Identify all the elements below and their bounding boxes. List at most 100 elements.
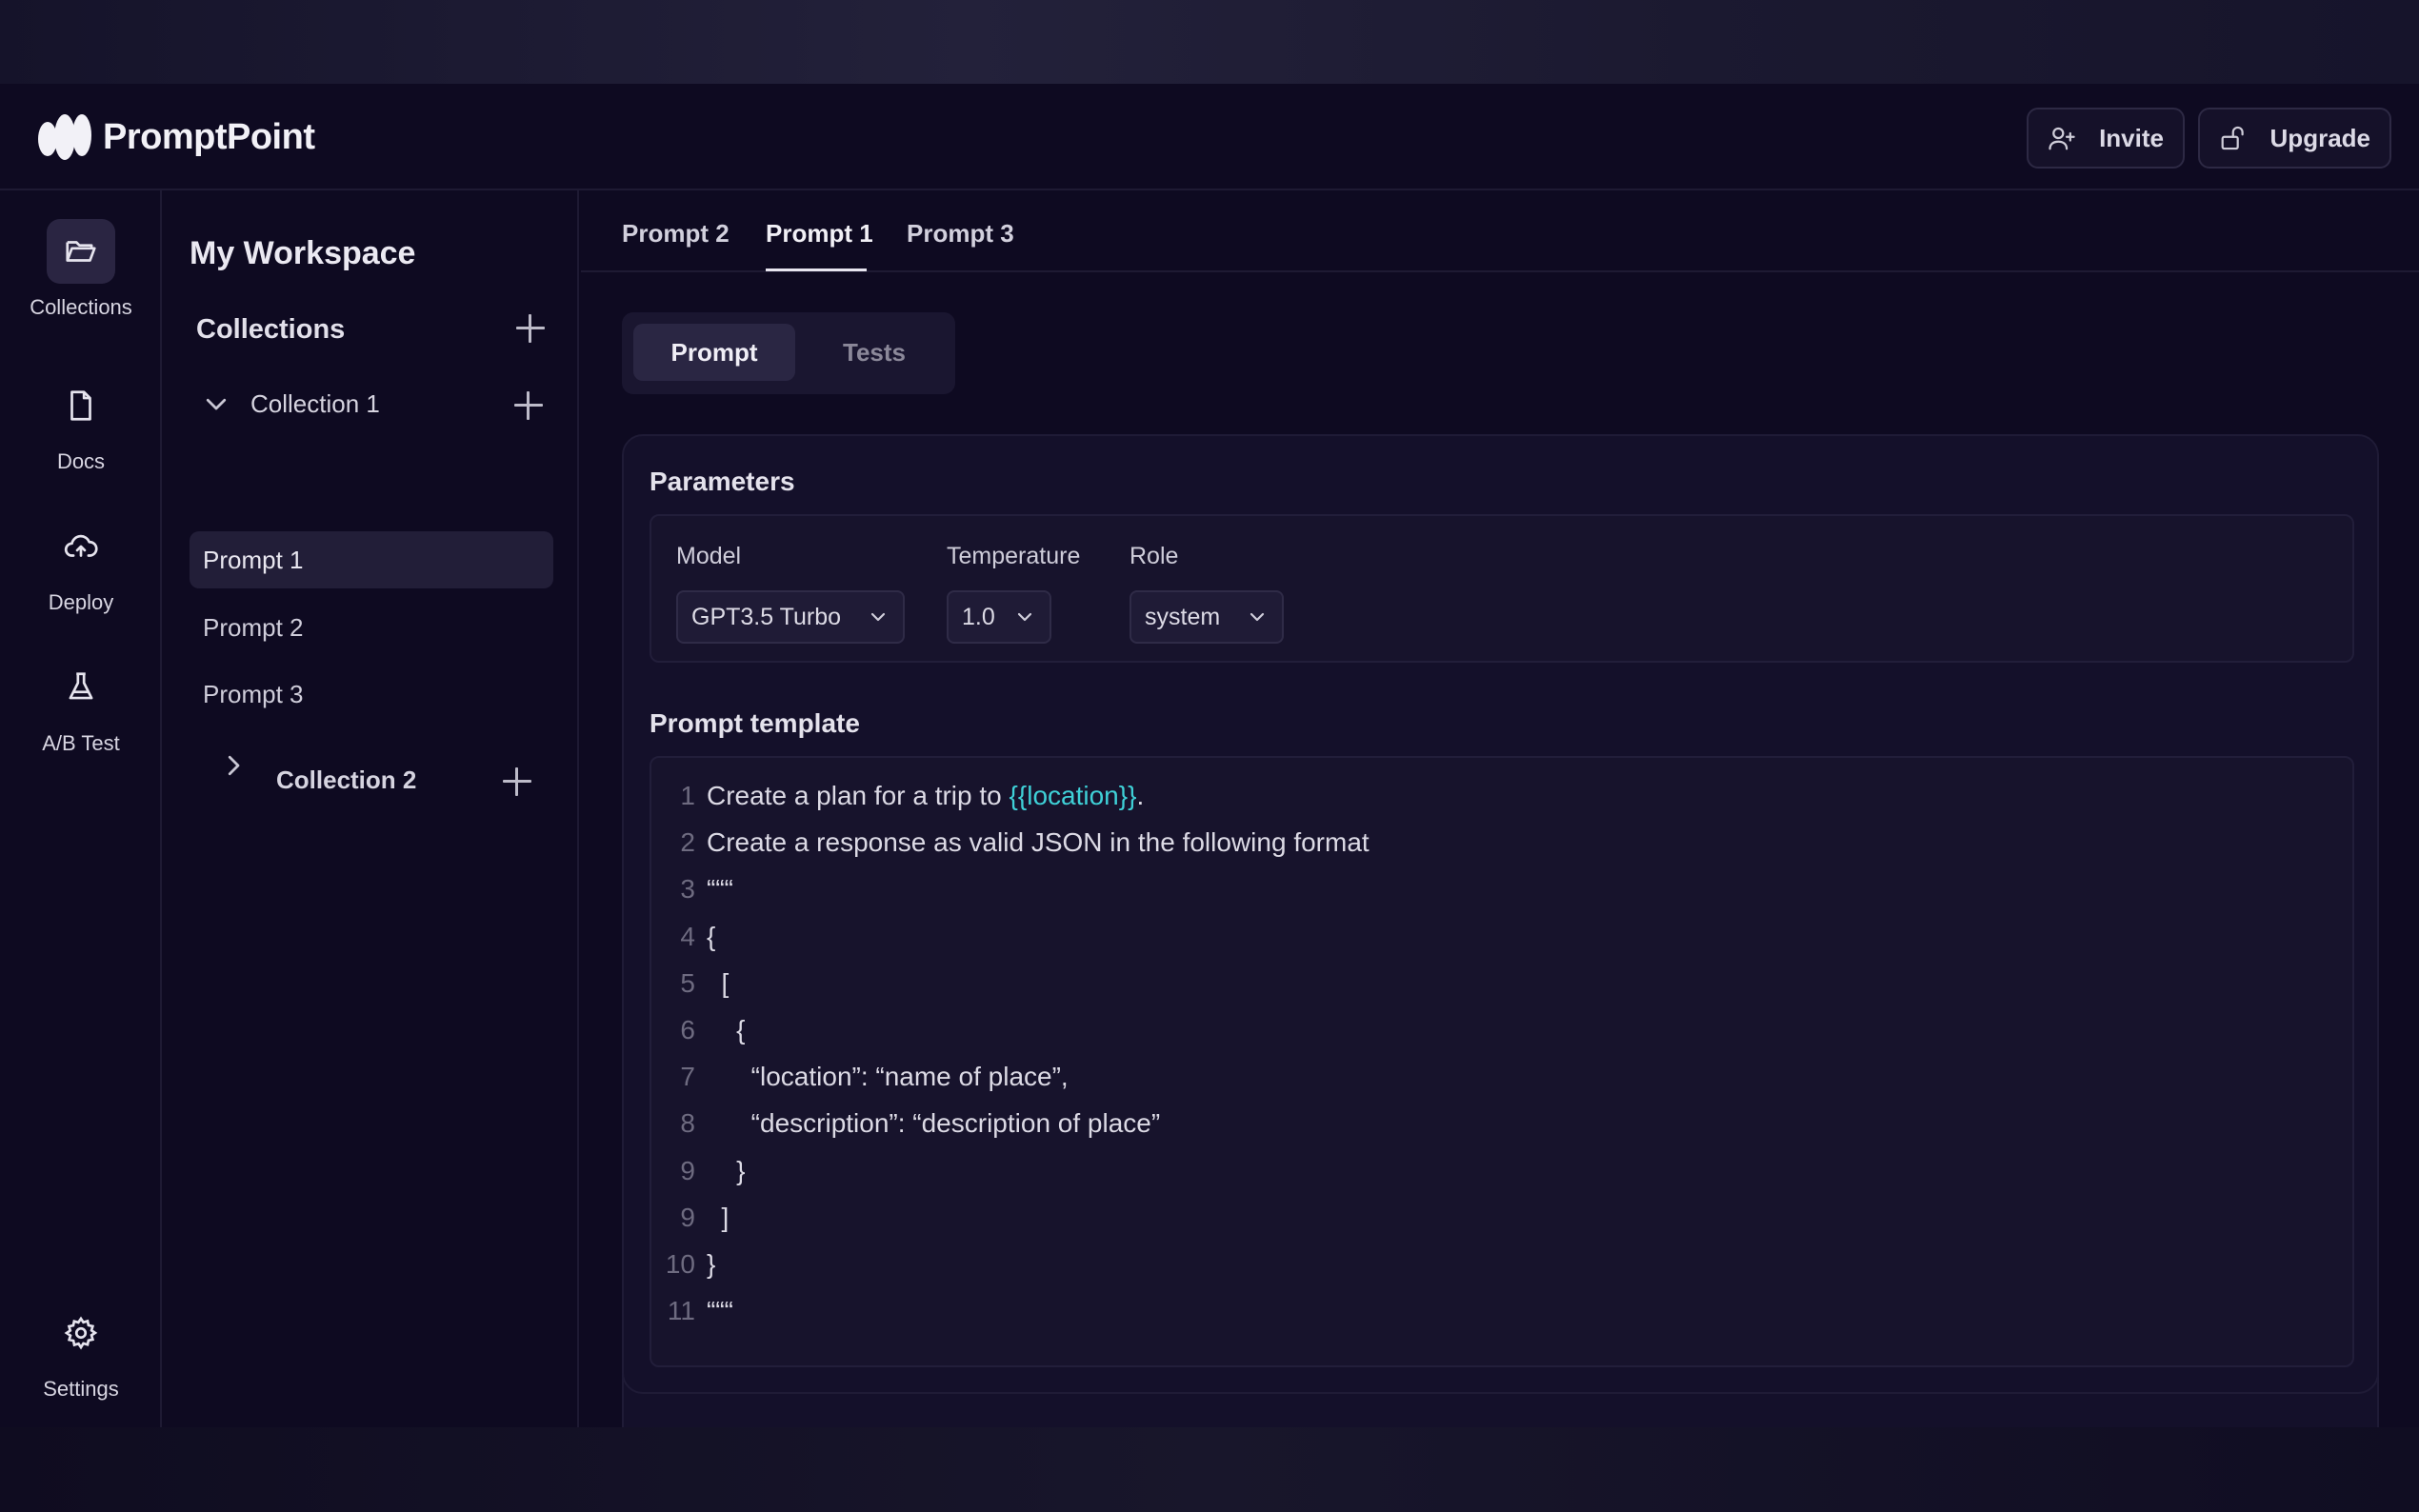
unlock-icon — [2221, 126, 2244, 150]
expand-collection-2-button[interactable] — [219, 675, 248, 776]
code-line: 5 [ — [651, 968, 2347, 1015]
role-value: system — [1145, 603, 1221, 630]
parameters-box: Model GPT3.5 Turbo Temperature 1.0 Role … — [650, 514, 2354, 663]
code-line: 7 “location”: “name of place”, — [651, 1062, 2347, 1108]
code-text: ] — [707, 1202, 730, 1232]
cloud-upload-icon — [64, 534, 98, 557]
line-number: 1 — [680, 781, 695, 810]
line-number: 7 — [680, 1062, 695, 1092]
line-number: 4 — [680, 921, 695, 951]
chevron-down-icon — [1249, 612, 1265, 622]
rail-label: Collections — [30, 295, 132, 319]
line-number: 10 — [665, 1249, 695, 1279]
code-text: “““ — [707, 874, 733, 905]
rail-label: A/B Test — [42, 731, 120, 755]
collections-heading: Collections — [196, 314, 346, 345]
chevron-down-icon — [1017, 612, 1032, 622]
code-line: 6 { — [651, 1015, 2347, 1062]
temperature-value: 1.0 — [962, 603, 995, 630]
tab-prompt-1[interactable]: Prompt 1 — [766, 219, 873, 249]
add-collection-button[interactable] — [516, 314, 545, 343]
code-text: } — [707, 1155, 746, 1185]
code-line: 8 “description”: “description of place” — [651, 1108, 2347, 1155]
code-text: } — [707, 1249, 716, 1279]
sidebar-item-prompt-1[interactable]: Prompt 1 — [190, 531, 553, 588]
rail-item-ab-test[interactable]: A/B Test — [0, 655, 162, 756]
role-select[interactable]: system — [1130, 590, 1284, 644]
app-header: PromptPoint Invite Upgrade — [0, 84, 2419, 190]
add-prompt-collection-2-button[interactable] — [503, 767, 531, 796]
code-text: Create a plan for a trip to {{location}}… — [707, 781, 1145, 810]
prompt-tabs: Prompt 2 Prompt 1 Prompt 3 — [581, 190, 2419, 272]
rail-item-settings[interactable]: Settings — [0, 1301, 162, 1402]
document-icon — [70, 390, 91, 421]
line-number: 9 — [680, 1155, 695, 1185]
tab-prompt-3[interactable]: Prompt 3 — [907, 219, 1014, 249]
upgrade-label: Upgrade — [2269, 123, 2370, 152]
model-label: Model — [676, 543, 742, 569]
editor-card: Parameters Model GPT3.5 Turbo Temperatur… — [622, 434, 2379, 1394]
code-text: { — [707, 921, 716, 951]
chevron-down-icon — [206, 398, 227, 410]
temperature-label: Temperature — [947, 543, 1081, 569]
line-number: 3 — [680, 874, 695, 905]
code-text: Create a response as valid JSON in the f… — [707, 827, 1369, 858]
code-text: “““ — [707, 1296, 733, 1326]
model-value: GPT3.5 Turbo — [691, 603, 842, 630]
prompt-tests-toggle: Prompt Tests — [622, 312, 955, 394]
rail-label: Settings — [43, 1377, 119, 1401]
template-variable: {{location}} — [1009, 781, 1137, 810]
line-number: 8 — [680, 1108, 695, 1139]
code-line: 11 “““ — [651, 1296, 2347, 1343]
rail-icon-bg — [47, 1301, 115, 1365]
segment-tests[interactable]: Tests — [812, 324, 936, 381]
workspace-sidebar: My Workspace Collections Collection 1 Pr… — [164, 190, 579, 1427]
app-name: PromptPoint — [103, 116, 315, 157]
logo[interactable]: PromptPoint — [36, 110, 315, 164]
rail-icon-bg — [47, 514, 115, 579]
rail-label: Docs — [56, 449, 106, 473]
browser-chrome-top — [0, 0, 2419, 84]
code-line: 2 Create a response as valid JSON in the … — [651, 827, 2347, 874]
code-text: { — [707, 1015, 746, 1044]
parameters-title: Parameters — [650, 467, 795, 496]
upgrade-button[interactable]: Upgrade — [2198, 108, 2391, 169]
rail-icon-bg — [47, 219, 115, 284]
add-user-icon — [2049, 127, 2075, 150]
add-prompt-collection-1-button[interactable] — [514, 391, 543, 420]
code-text: “location”: “name of place”, — [707, 1062, 1069, 1092]
collection-1-label[interactable]: Collection 1 — [250, 389, 380, 419]
rail-label: Deploy — [48, 590, 114, 614]
collection-2-label[interactable]: Collection 2 — [276, 766, 416, 795]
line-number: 5 — [680, 967, 695, 998]
code-line: 9 ] — [651, 1203, 2347, 1249]
chevron-down-icon — [870, 612, 886, 622]
code-line: 1 Create a plan for a trip to {{location}… — [651, 781, 2347, 827]
code-line: 3 “““ — [651, 874, 2347, 921]
sidebar-item-prompt-2[interactable]: Prompt 2 — [190, 599, 553, 656]
icon-rail: Collections Docs Deploy A/B Test Setting… — [0, 190, 162, 1427]
rail-item-docs[interactable]: Docs — [0, 373, 162, 474]
invite-button[interactable]: Invite — [2027, 108, 2185, 169]
rail-item-collections[interactable]: Collections — [0, 219, 162, 320]
segment-prompt[interactable]: Prompt — [633, 324, 795, 381]
prompt-template-title: Prompt template — [650, 708, 860, 738]
tab-prompt-2[interactable]: Prompt 2 — [622, 219, 730, 249]
invite-label: Invite — [2099, 123, 2164, 152]
chevron-right-icon — [228, 755, 240, 776]
rail-icon-bg — [47, 373, 115, 438]
model-select[interactable]: GPT3.5 Turbo — [676, 590, 905, 644]
collapse-collection-1-button[interactable] — [202, 389, 230, 418]
code-line: 4{ — [651, 922, 2347, 968]
flask-icon — [69, 672, 93, 700]
line-number: 6 — [680, 1015, 695, 1044]
role-label: Role — [1130, 543, 1179, 569]
rail-item-deploy[interactable]: Deploy — [0, 514, 162, 615]
active-tab-indicator — [766, 269, 867, 271]
code-text: “description”: “description of place” — [707, 1108, 1161, 1139]
prompt-template-editor[interactable]: 1 Create a plan for a trip to {{location}… — [650, 756, 2354, 1367]
workspace-title: My Workspace — [190, 235, 416, 271]
temperature-select[interactable]: 1.0 — [947, 590, 1051, 644]
line-number: 2 — [680, 827, 695, 858]
promptpoint-logo-icon — [38, 114, 91, 160]
